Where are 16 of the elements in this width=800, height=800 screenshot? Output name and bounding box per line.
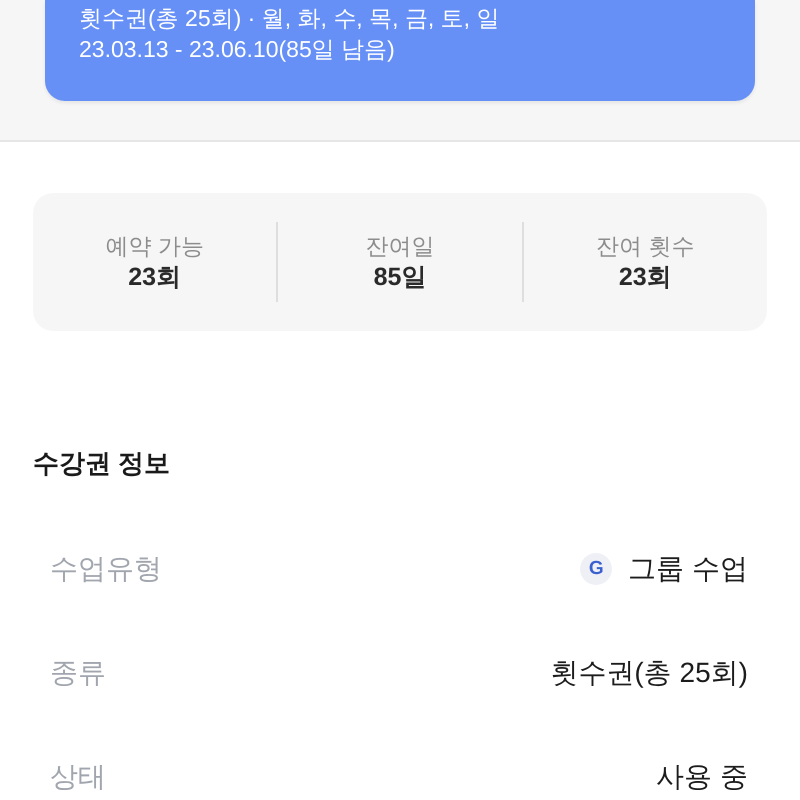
stat-value: 23회	[618, 262, 672, 293]
info-value: 횟수권(총 25회)	[550, 656, 748, 690]
stat-value: 85일	[374, 262, 426, 293]
pass-summary-text: 횟수권(총 25회) · 월, 화, 수, 목, 금, 토, 일	[79, 4, 500, 33]
class-type-symbol: G	[580, 553, 612, 585]
info-label: 종류	[50, 656, 106, 690]
pass-period-text: 23.03.13 - 23.06.10(85일 남음)	[79, 35, 396, 64]
stat-value: 23회	[128, 262, 182, 293]
section-title: 수강권 정보	[33, 447, 170, 479]
info-label: 상태	[50, 760, 106, 794]
info-label: 수업유형	[50, 552, 162, 586]
stat-label: 잔여 횟수	[596, 232, 695, 261]
stat-label: 예약 가능	[105, 232, 204, 261]
info-value: 사용 중	[656, 760, 748, 794]
info-value: 그룹 수업	[628, 552, 748, 586]
stat-label: 잔여일	[365, 232, 434, 261]
